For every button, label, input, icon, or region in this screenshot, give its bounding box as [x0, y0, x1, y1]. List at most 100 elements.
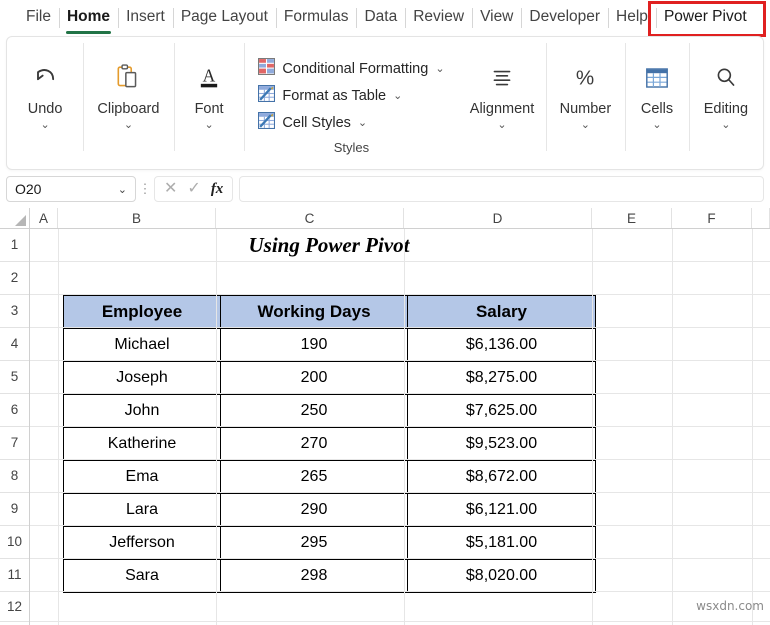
cell-styles-button[interactable]: Cell Styles ⌄	[258, 109, 444, 136]
ribbon-group-font[interactable]: A Font ⌄	[173, 43, 245, 155]
table-cell[interactable]: 265	[220, 460, 408, 494]
confirm-icon[interactable]: ✓	[187, 181, 200, 197]
chevron-down-icon[interactable]: ⌄	[581, 120, 590, 131]
row-header-12[interactable]: 12	[0, 592, 29, 622]
format-as-table-button[interactable]: Format as Table ⌄	[258, 82, 444, 109]
ribbon-tab-help[interactable]: Help	[608, 0, 656, 36]
table-cell[interactable]: 295	[220, 526, 408, 560]
ribbon-tab-file[interactable]: File	[18, 0, 59, 36]
name-box[interactable]: O20 ⌄	[6, 176, 136, 202]
ribbon-group-cells[interactable]: Cells ⌄	[625, 43, 688, 155]
row-header-1[interactable]: 1	[0, 229, 29, 262]
chevron-down-icon[interactable]: ⌄	[652, 120, 661, 131]
column-header-B[interactable]: B	[58, 208, 216, 228]
table-cell[interactable]: Jefferson	[63, 526, 221, 560]
ribbon-tab-power-pivot[interactable]: Power Pivot	[655, 0, 755, 36]
ribbon-tab-review[interactable]: Review	[405, 0, 472, 36]
insert-function-icon[interactable]: fx	[211, 181, 224, 198]
table-header-cell[interactable]: Salary	[407, 295, 596, 329]
data-table: Employee Working Days Salary Michael 190 $6,…	[63, 295, 596, 593]
table-cell[interactable]: Katherine	[63, 427, 221, 461]
table-cell[interactable]: $5,181.00	[407, 526, 596, 560]
ribbon-tab-data[interactable]: Data	[356, 0, 405, 36]
chevron-down-icon[interactable]: ⌄	[393, 89, 402, 102]
cancel-icon[interactable]: ✕	[164, 181, 177, 197]
table-row: Ema 265 $8,672.00	[63, 460, 596, 494]
table-cell[interactable]: John	[63, 394, 221, 428]
table-cell[interactable]: $6,136.00	[407, 328, 596, 362]
table-cell[interactable]: 250	[220, 394, 408, 428]
column-header-C[interactable]: C	[216, 208, 404, 228]
table-cell[interactable]: 298	[220, 559, 408, 593]
ribbon-group-number[interactable]: % Number ⌄	[545, 43, 626, 155]
table-cell[interactable]: Joseph	[63, 361, 221, 395]
formula-bar-drag-handle[interactable]: ⋮	[136, 182, 154, 195]
ribbon-group-undo[interactable]: Undo ⌄	[7, 43, 83, 155]
table-cell[interactable]: Ema	[63, 460, 221, 494]
table-cell[interactable]: $6,121.00	[407, 493, 596, 527]
chevron-down-icon[interactable]: ⌄	[358, 116, 367, 129]
ribbon-tab-label: Formulas	[283, 8, 349, 25]
row-header-10[interactable]: 10	[0, 526, 29, 559]
row-header-5[interactable]: 5	[0, 361, 29, 394]
styles-group-label: Styles	[333, 140, 370, 155]
formula-input[interactable]	[239, 176, 764, 202]
ribbon-tab-view[interactable]: View	[472, 0, 521, 36]
chevron-down-icon[interactable]: ⌄	[124, 120, 133, 131]
table-cell[interactable]: Sara	[63, 559, 221, 593]
table-row: Jefferson 295 $5,181.00	[63, 526, 596, 560]
row-header-6[interactable]: 6	[0, 394, 29, 427]
table-cell[interactable]: Michael	[63, 328, 221, 362]
column-header-E[interactable]: E	[592, 208, 672, 228]
grid-hline	[30, 525, 770, 526]
ribbon-tab-page-layout[interactable]: Page Layout	[172, 0, 276, 36]
chevron-down-icon[interactable]: ⌄	[204, 120, 213, 131]
ribbon-tab-developer[interactable]: Developer	[521, 0, 608, 36]
grid-vline	[58, 229, 59, 625]
grid-body: 1 2 3 4 5 6 7 8 9 10 11 12 Using Power Pivot Employ…	[0, 229, 770, 625]
row-header-4[interactable]: 4	[0, 328, 29, 361]
table-header-cell[interactable]: Employee	[63, 295, 221, 329]
ribbon-group-alignment[interactable]: Alignment ⌄	[459, 43, 546, 155]
cell-styles-icon	[258, 112, 276, 133]
row-header-8[interactable]: 8	[0, 460, 29, 493]
ribbon-tab-home[interactable]: Home	[58, 0, 118, 36]
chevron-down-icon[interactable]: ⌄	[118, 183, 127, 196]
ribbon-tab-label: Insert	[126, 8, 165, 25]
table-cell[interactable]: $8,672.00	[407, 460, 596, 494]
row-header-9[interactable]: 9	[0, 493, 29, 526]
table-cell[interactable]: Lara	[63, 493, 221, 527]
ribbon-tab-formulas[interactable]: Formulas	[275, 0, 357, 36]
ribbon-group-editing[interactable]: Editing ⌄	[688, 43, 763, 155]
conditional-formatting-button[interactable]: Conditional Formatting ⌄	[258, 55, 445, 82]
cell-area[interactable]: Using Power Pivot Employee Working Days Sa…	[30, 229, 770, 625]
column-header-F[interactable]: F	[672, 208, 752, 228]
ribbon-group-clipboard[interactable]: Clipboard ⌄	[83, 43, 174, 155]
formula-bar: O20 ⌄ ⋮ ✕ ✓ fx	[0, 170, 770, 208]
row-header-2[interactable]: 2	[0, 262, 29, 295]
ribbon-tab-insert[interactable]: Insert	[118, 0, 173, 36]
spreadsheet-grid: ABCDEF 1 2 3 4 5 6 7 8 9 10 11 12 Using Power Pivot…	[0, 208, 770, 625]
row-header-11[interactable]: 11	[0, 559, 29, 592]
table-header-cell[interactable]: Working Days	[220, 295, 408, 329]
chevron-down-icon[interactable]: ⌄	[40, 120, 49, 131]
table-cell[interactable]: $8,275.00	[407, 361, 596, 395]
cell-styles-label: Cell Styles	[282, 114, 351, 131]
column-header-A[interactable]: A	[30, 208, 58, 228]
grid-hline	[30, 459, 770, 460]
table-cell[interactable]: 200	[220, 361, 408, 395]
select-all-corner[interactable]	[0, 208, 30, 228]
conditional-formatting-label: Conditional Formatting	[282, 60, 429, 77]
table-cell[interactable]: $8,020.00	[407, 559, 596, 593]
table-cell[interactable]: 270	[220, 427, 408, 461]
row-header-3[interactable]: 3	[0, 295, 29, 328]
chevron-down-icon[interactable]: ⌄	[435, 62, 444, 75]
table-cell[interactable]: $7,625.00	[407, 394, 596, 428]
column-header-D[interactable]: D	[404, 208, 592, 228]
chevron-down-icon[interactable]: ⌄	[497, 120, 506, 131]
table-cell[interactable]: 290	[220, 493, 408, 527]
table-cell[interactable]: 190	[220, 328, 408, 362]
chevron-down-icon[interactable]: ⌄	[721, 120, 730, 131]
row-header-7[interactable]: 7	[0, 427, 29, 460]
table-cell[interactable]: $9,523.00	[407, 427, 596, 461]
